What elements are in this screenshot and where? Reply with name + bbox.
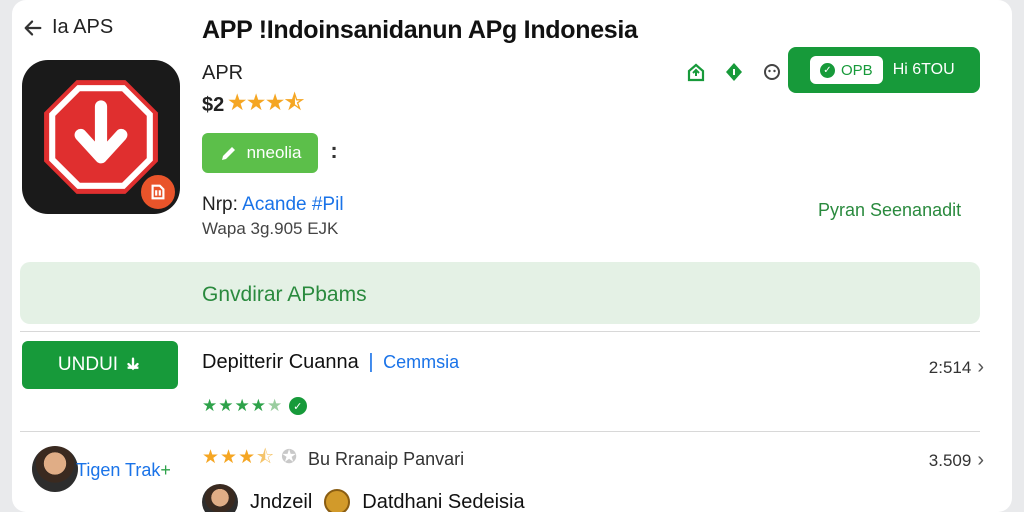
- pencil-icon: [221, 147, 235, 160]
- row2-stars: ★★★⯪ ✪: [202, 447, 299, 468]
- row1-value-text: 2:514: [928, 357, 972, 377]
- row2-value[interactable]: 3.509 ›: [929, 449, 984, 472]
- meta-link[interactable]: Acande #Pil: [242, 194, 343, 215]
- action-icons: [684, 60, 784, 84]
- developer-name[interactable]: APR: [202, 62, 243, 85]
- more-options-button[interactable]: :: [328, 140, 340, 162]
- get-label: Hi 6TOU: [892, 61, 955, 78]
- download-label: UNDUI: [57, 354, 119, 375]
- row2-value-text: 3.509: [928, 450, 972, 470]
- app-badge-icon: [138, 172, 178, 212]
- share-icon[interactable]: [684, 60, 708, 84]
- user-name-text: Tigen Trak: [76, 460, 161, 480]
- download-button[interactable]: UNDUI: [22, 341, 178, 389]
- row1-title: Depitterir Cuanna: [202, 351, 359, 373]
- rating-prefix: $2: [202, 93, 225, 116]
- avatar: [202, 484, 238, 512]
- banner-text[interactable]: Gnvdirar APbams: [202, 283, 367, 307]
- chevron-right-icon: ›: [977, 449, 984, 471]
- coin-icon: [324, 489, 351, 512]
- install-label: nneolia: [246, 143, 302, 162]
- back-button[interactable]: Ia APS: [22, 16, 113, 39]
- side-link[interactable]: Pyran Seenanadit: [818, 200, 961, 221]
- avatar[interactable]: [32, 446, 78, 492]
- info-banner: [20, 262, 980, 324]
- app-rating: $2 ★★★⯪: [202, 88, 305, 122]
- row1-value[interactable]: 2:514 ›: [929, 356, 984, 379]
- list-item-title[interactable]: Depitterir Cuanna | Cemmsia: [202, 351, 459, 374]
- get-app-button[interactable]: ✓ OPB Hi 6TOU: [788, 47, 980, 93]
- chevron-right-icon: ›: [977, 356, 984, 378]
- app-meta-line-1: Nrp: Acande #Pil: [202, 194, 344, 216]
- plus-icon: +: [160, 460, 171, 480]
- meta-prefix: Nrp:: [202, 194, 238, 215]
- rating-stars: ★★★⯪: [228, 92, 305, 114]
- get-chip-label: OPB: [841, 61, 873, 79]
- arrow-left-icon: [24, 19, 42, 36]
- row3-title: Datdhani Sedeisia: [362, 490, 525, 512]
- settings-icon[interactable]: [760, 60, 784, 84]
- install-button[interactable]: nneolia: [202, 133, 318, 173]
- page-title: APP !Indoinsanidanun APg Indonesia: [202, 16, 638, 44]
- row2-label: Bu Rranaip Panvari: [308, 448, 465, 469]
- row1-separator: |: [368, 351, 374, 373]
- row3-name: Jndzeil: [250, 490, 313, 512]
- row2-rating: ★★★⯪ ✪ Bu Rranaip Panvari: [202, 443, 464, 475]
- row1-rating-stars: ★★★★★ ✓: [202, 396, 308, 416]
- list-item[interactable]: Jndzeil Datdhani Sedeisia: [202, 484, 525, 512]
- divider: [20, 431, 980, 432]
- bookmark-icon[interactable]: [722, 60, 746, 84]
- user-name[interactable]: Tigen Trak+: [76, 460, 171, 481]
- get-chip: ✓ OPB: [810, 56, 883, 84]
- check-icon: ✓: [820, 62, 835, 78]
- app-meta-line-2: Wapa 3g.905 EJK: [202, 219, 339, 238]
- divider: [20, 331, 980, 332]
- verified-icon: ✓: [289, 397, 308, 415]
- back-label: Ia APS: [52, 16, 114, 38]
- download-arrow-icon: [127, 357, 139, 371]
- row1-subtitle: Cemmsia: [383, 352, 460, 372]
